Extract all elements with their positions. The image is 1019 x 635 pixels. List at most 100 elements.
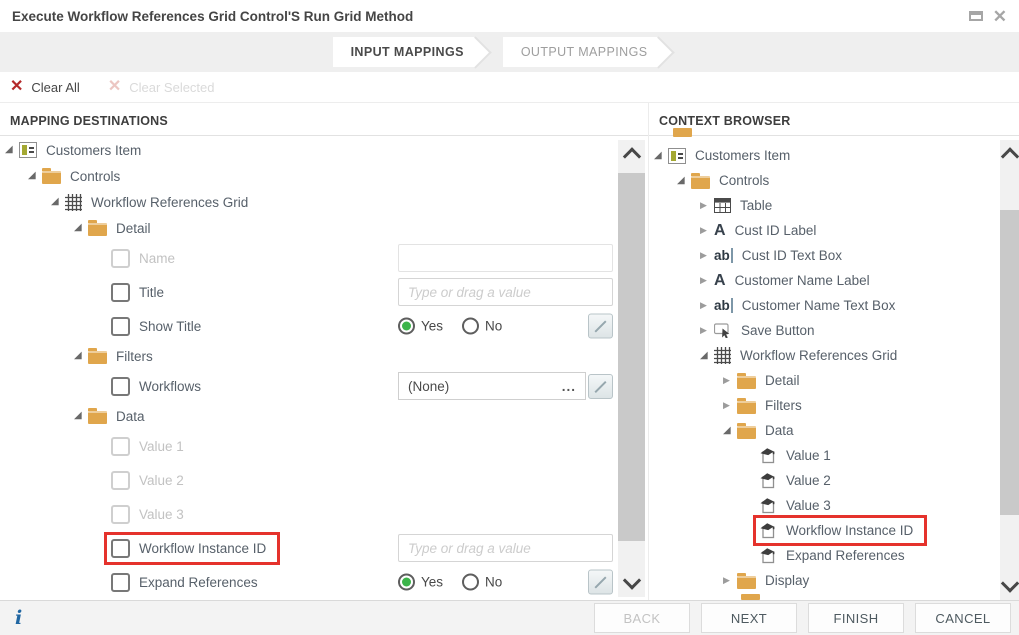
radio-option-no[interactable]: No	[462, 574, 502, 591]
expander-collapsed-icon[interactable]: ▶	[700, 326, 714, 335]
scrollbar-thumb[interactable]	[618, 173, 645, 541]
value-dropdown-workflows[interactable]: (None)...	[398, 372, 586, 400]
tree-row-value-3[interactable]: Value 3	[0, 497, 615, 531]
tree-row-workflow-references-grid[interactable]: ◢Workflow References Grid	[649, 343, 997, 368]
finish-button[interactable]: FINISH	[808, 603, 904, 633]
expander-collapsed-icon[interactable]: ▶	[700, 251, 714, 260]
radio-option-no[interactable]: No	[462, 318, 502, 335]
tree-row-title[interactable]: Title	[0, 275, 615, 309]
checkbox[interactable]	[111, 505, 130, 524]
expander-collapsed-icon[interactable]: ▶	[723, 401, 737, 410]
radio-option-yes[interactable]: Yes	[398, 318, 443, 335]
expander-open-icon[interactable]: ◢	[74, 411, 88, 421]
tree-row-customer-name-text-box[interactable]: ▶abCustomer Name Text Box	[649, 293, 997, 318]
expander-collapsed-icon[interactable]: ▶	[723, 376, 737, 385]
tab-output-mappings[interactable]: OUTPUT MAPPINGS	[503, 37, 660, 67]
tree-row-workflows[interactable]: Workflows(None)...	[0, 369, 615, 403]
checkbox[interactable]	[111, 573, 130, 592]
radio-yes-icon[interactable]	[398, 574, 415, 591]
radio-no-icon[interactable]	[462, 574, 479, 591]
clear-all-button[interactable]: ✕ Clear All	[10, 79, 80, 95]
expander-collapsed-icon[interactable]: ▶	[700, 201, 714, 210]
tree-row-expand-references[interactable]: Expand References	[649, 543, 997, 568]
ellipsis-icon[interactable]: ...	[562, 379, 576, 394]
tree-row-detail[interactable]: ◢Detail	[0, 215, 615, 241]
tree-row-show-title[interactable]: Show TitleYesNo	[0, 309, 615, 343]
expander-open-icon[interactable]: ◢	[677, 176, 691, 186]
edit-value-button[interactable]	[588, 570, 613, 595]
back-button[interactable]: BACK	[594, 603, 690, 633]
restore-window-icon[interactable]	[969, 11, 983, 21]
checkbox[interactable]	[111, 317, 130, 336]
value-input-workflow-instance-id[interactable]	[398, 534, 613, 562]
cancel-button[interactable]: CANCEL	[915, 603, 1011, 633]
value-input-name[interactable]	[398, 244, 613, 272]
checkbox[interactable]	[111, 471, 130, 490]
tree-row-save-button[interactable]: ▶Save Button	[649, 318, 997, 343]
expander-collapsed-icon[interactable]: ▶	[723, 576, 737, 585]
expander-collapsed-icon[interactable]: ▶	[700, 226, 714, 235]
edit-value-button[interactable]	[588, 314, 613, 339]
tree-row-value-1[interactable]: Value 1	[0, 429, 615, 463]
tree-item-label: Value 2	[786, 473, 831, 488]
close-icon[interactable]: ✕	[993, 8, 1007, 25]
value-input-title[interactable]	[398, 278, 613, 306]
checkbox[interactable]	[111, 377, 130, 396]
tree-item-label: Customers Item	[46, 143, 141, 158]
info-icon[interactable]: i	[15, 607, 22, 629]
tree-row-controls[interactable]: ◢Controls	[649, 168, 997, 193]
scroll-up-icon[interactable]	[622, 147, 640, 165]
tree-row-cust-id-label[interactable]: ▶ACust ID Label	[649, 218, 997, 243]
tree-row-detail[interactable]: ▶Detail	[649, 368, 997, 393]
radio-option-yes[interactable]: Yes	[398, 574, 443, 591]
tree-row-data[interactable]: ◢Data	[649, 418, 997, 443]
scroll-up-icon[interactable]	[1000, 147, 1018, 165]
radio-no-icon[interactable]	[462, 318, 479, 335]
checkbox[interactable]	[111, 539, 130, 558]
tree-row-controls[interactable]: ◢Controls	[0, 163, 615, 189]
expander-collapsed-icon[interactable]: ▶	[700, 301, 714, 310]
scroll-down-icon[interactable]	[1000, 574, 1018, 592]
tree-row-customers-item[interactable]: ◢ Customers Item	[0, 137, 615, 163]
checkbox[interactable]	[111, 249, 130, 268]
edit-value-button[interactable]	[588, 374, 613, 399]
property-icon	[760, 547, 777, 564]
tree-row-name[interactable]: Name	[0, 241, 615, 275]
expander-open-icon[interactable]: ◢	[5, 145, 19, 155]
folder-icon	[691, 176, 710, 189]
tab-input-mappings[interactable]: INPUT MAPPINGS	[333, 37, 476, 67]
tree-row-display[interactable]: ▶Display	[649, 568, 997, 593]
expander-open-icon[interactable]: ◢	[74, 351, 88, 361]
expander-open-icon[interactable]: ◢	[654, 151, 668, 161]
expander-open-icon[interactable]: ◢	[74, 223, 88, 233]
tree-row-data[interactable]: ◢Data	[0, 403, 615, 429]
tree-row-filters[interactable]: ▶Filters	[649, 393, 997, 418]
checkbox[interactable]	[111, 437, 130, 456]
tree-item-label: Cust ID Text Box	[742, 248, 842, 263]
tree-row-filters[interactable]: ◢Filters	[0, 343, 615, 369]
tree-row-customers-item[interactable]: ◢Customers Item	[649, 143, 997, 168]
expander-open-icon[interactable]: ◢	[51, 197, 65, 207]
checkbox[interactable]	[111, 283, 130, 302]
tree-row-workflow-instance-id[interactable]: Workflow Instance ID	[649, 518, 997, 543]
left-scrollbar[interactable]	[618, 140, 645, 597]
tree-row-customer-name-label[interactable]: ▶ACustomer Name Label	[649, 268, 997, 293]
tree-row-value-1[interactable]: Value 1	[649, 443, 997, 468]
clear-selected-button[interactable]: ✕ Clear Selected	[108, 79, 215, 95]
tree-row-value-2[interactable]: Value 2	[0, 463, 615, 497]
tree-row-cust-id-text-box[interactable]: ▶abCust ID Text Box	[649, 243, 997, 268]
next-button[interactable]: NEXT	[701, 603, 797, 633]
tree-row-value-2[interactable]: Value 2	[649, 468, 997, 493]
expander-open-icon[interactable]: ◢	[700, 351, 714, 361]
scrollbar-thumb[interactable]	[1000, 210, 1019, 515]
right-scrollbar[interactable]	[1000, 140, 1019, 600]
tree-row-workflow-references-grid[interactable]: ◢Workflow References Grid	[0, 189, 615, 215]
tree-row-workflow-instance-id[interactable]: Workflow Instance ID	[0, 531, 615, 565]
tree-row-table[interactable]: ▶Table	[649, 193, 997, 218]
scroll-down-icon[interactable]	[622, 571, 640, 589]
expander-open-icon[interactable]: ◢	[28, 171, 42, 181]
expander-open-icon[interactable]: ◢	[723, 426, 737, 436]
tree-row-expand-references[interactable]: Expand ReferencesYesNo	[0, 565, 615, 599]
radio-yes-icon[interactable]	[398, 318, 415, 335]
expander-collapsed-icon[interactable]: ▶	[700, 276, 714, 285]
